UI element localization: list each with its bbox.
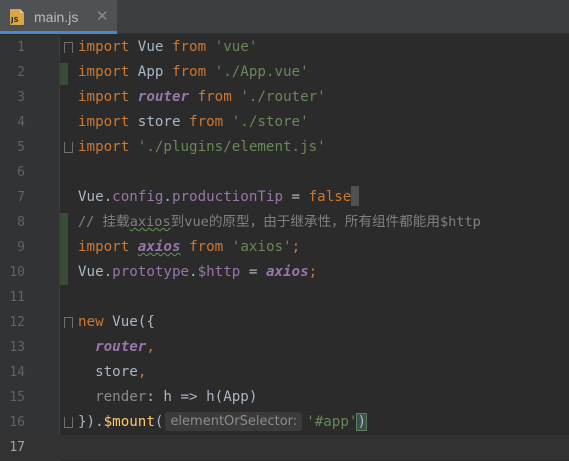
code-line: 14 store,: [0, 360, 569, 385]
code-line: 5 import './plugins/element.js': [0, 135, 569, 160]
code-line: 16 }).$mount(elementOrSelector: '#app'): [0, 410, 569, 435]
code-line: 12 new Vue({: [0, 310, 569, 335]
line-number: 4: [17, 115, 25, 130]
code-line: 1 import Vue from 'vue': [0, 35, 569, 60]
close-icon[interactable]: ✕: [96, 7, 109, 25]
line-number: 5: [17, 140, 25, 155]
line-number: 14: [9, 365, 25, 380]
line-number: 3: [17, 90, 25, 105]
line-number: 8: [17, 215, 25, 230]
text-cursor: [351, 186, 360, 206]
line-number: 7: [17, 190, 25, 205]
line-number: 10: [9, 265, 25, 280]
line-number: 12: [9, 315, 25, 330]
code-line: 6: [0, 160, 569, 185]
parameter-hint: elementOrSelector:: [165, 412, 303, 431]
code-line: 11: [0, 285, 569, 310]
fold-icon[interactable]: [64, 317, 73, 328]
line-number: 17: [9, 440, 25, 455]
code-line-current: 17: [0, 435, 569, 460]
fold-icon[interactable]: [64, 417, 73, 428]
line-number: 15: [9, 390, 25, 405]
code-line: 15 render: h => h(App): [0, 385, 569, 410]
js-file-icon: JS: [10, 9, 24, 25]
line-number: 13: [9, 340, 25, 355]
code-editor[interactable]: 1 import Vue from 'vue' 2 import App fro…: [0, 35, 569, 461]
line-number: 9: [17, 240, 25, 255]
code-line: 4 import store from './store': [0, 110, 569, 135]
line-number: 2: [17, 65, 25, 80]
code-line: 7 Vue.config.productionTip = false: [0, 185, 569, 210]
editor-tab-bar: JS main.js ✕: [0, 0, 569, 34]
tab-main-js[interactable]: JS main.js ✕: [0, 0, 117, 34]
code-line: 8 // 挂载axios到vue的原型，由于继承性，所有组件都能用$http: [0, 210, 569, 235]
line-number: 1: [17, 40, 25, 55]
code-line: 3 import router from './router': [0, 85, 569, 110]
code-line: 10 Vue.prototype.$http = axios;: [0, 260, 569, 285]
line-number: 11: [9, 290, 25, 305]
code-line: 2 import App from './App.vue': [0, 60, 569, 85]
fold-icon[interactable]: [64, 42, 73, 53]
fold-icon[interactable]: [64, 142, 73, 153]
code-line: 9 import axios from 'axios';: [0, 235, 569, 260]
line-number: 6: [17, 165, 25, 180]
code-line: 13 router,: [0, 335, 569, 360]
line-number: 16: [9, 415, 25, 430]
tab-label: main.js: [34, 9, 79, 25]
